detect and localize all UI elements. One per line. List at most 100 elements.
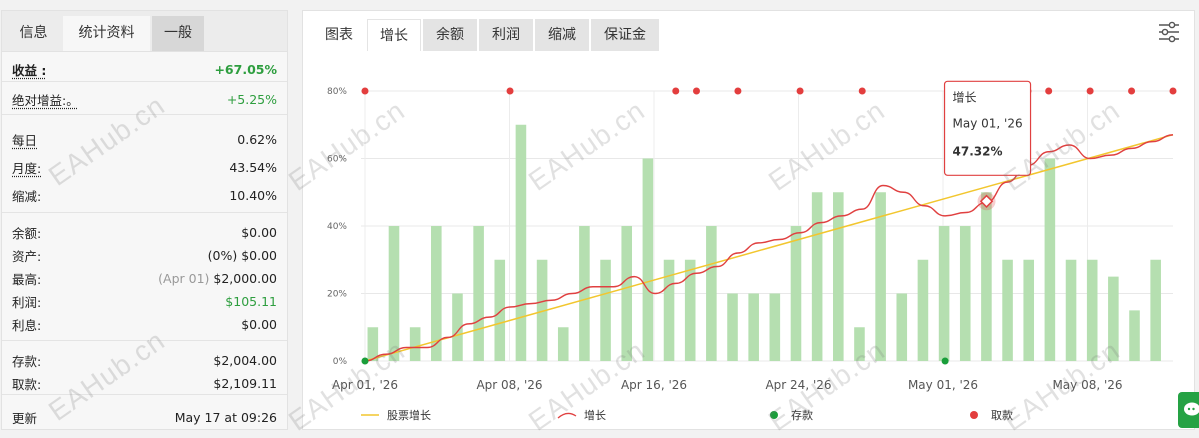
- y-tick-label: 0%: [333, 357, 348, 367]
- growth-bar: [917, 259, 929, 361]
- growth-chart[interactable]: 0% 20% 40% 60% 80% Apr 01, '26 Apr 08, '26 Apr …: [303, 71, 1196, 431]
- stat-row: 余额: $0.00: [12, 222, 277, 242]
- chat-button[interactable]: [1178, 392, 1199, 428]
- growth-bar: [1044, 158, 1056, 361]
- growth-bar: [769, 293, 781, 361]
- stat-label: 缩减:: [12, 188, 42, 204]
- tab-chart[interactable]: 图表: [311, 19, 367, 51]
- growth-bar: [515, 124, 527, 361]
- chart-settings-icon[interactable]: [1158, 21, 1180, 43]
- growth-bar: [473, 226, 484, 361]
- y-tick-label: 20%: [327, 290, 347, 300]
- divider: [2, 81, 287, 82]
- stat-label: 取款:: [12, 376, 42, 392]
- withdrawal-marker: [1086, 87, 1094, 95]
- stat-value: May 17 at 09:26: [175, 410, 277, 425]
- tab-drawdown[interactable]: 缩减: [535, 19, 589, 51]
- stat-label: 月度:: [12, 160, 42, 176]
- growth-bar: [959, 226, 971, 361]
- growth-bar: [1108, 276, 1119, 361]
- growth-bar: [600, 259, 611, 361]
- stat-label: 收益 :: [12, 62, 47, 78]
- tab-growth[interactable]: 增长: [367, 19, 421, 51]
- legend-deposit-swatch: [770, 411, 778, 419]
- deposit-marker: [361, 357, 369, 365]
- chart-panel: 图表 增长 余额 利润 缩减 保证金 0% 20% 40% 60% 80% Apr 01,…: [302, 10, 1195, 430]
- tab-balance[interactable]: 余额: [423, 19, 477, 51]
- x-tick-label: May 01, '26: [908, 378, 978, 392]
- growth-bar: [727, 293, 738, 361]
- growth-bar: [557, 327, 569, 361]
- growth-bar: [1086, 259, 1098, 361]
- tab-profit[interactable]: 利润: [479, 19, 533, 51]
- growth-bar: [621, 226, 633, 361]
- stat-value-text: 10.40%: [229, 187, 277, 203]
- stat-row: 最高: (Apr 01) $2,000.00: [12, 268, 277, 288]
- stat-label: 更新: [12, 410, 38, 426]
- withdrawal-marker: [734, 87, 742, 95]
- stat-value-text: (0%) $0.00: [207, 247, 277, 263]
- legend-withdrawal-swatch: [970, 411, 978, 419]
- growth-bar: [409, 327, 421, 361]
- stat-row: 绝对增益:。 +5.25%: [12, 89, 277, 109]
- tooltip: 增长 May 01, '26 47.32%: [943, 80, 1032, 176]
- x-tick-label: Apr 16, '26: [621, 378, 687, 392]
- stat-value: $0.00: [241, 317, 277, 332]
- stat-value-text: $2,000.00: [213, 270, 277, 286]
- stat-row: 利润: $105.11: [12, 291, 277, 311]
- stat-row: 收益 : +67.05%: [12, 59, 277, 79]
- stat-label: 资产:: [12, 248, 42, 264]
- y-tick-label: 40%: [327, 222, 347, 232]
- stat-value: $0.00: [241, 225, 277, 240]
- withdrawal-marker: [361, 87, 369, 95]
- stat-value-text: $0.00: [241, 316, 277, 332]
- growth-bar: [388, 226, 400, 361]
- tooltip-title: 增长: [953, 90, 977, 104]
- stat-value-text: 0.62%: [237, 131, 277, 147]
- stat-value: 0.62%: [237, 132, 277, 147]
- tab-margin[interactable]: 保证金: [591, 19, 659, 51]
- growth-bar: [790, 226, 802, 361]
- x-tick-label: May 08, '26: [1052, 378, 1122, 392]
- stat-row: 资产: (0%) $0.00: [12, 245, 277, 265]
- growth-bar: [1023, 259, 1035, 361]
- growth-bar: [981, 192, 992, 361]
- tab-info[interactable]: 信息: [6, 16, 61, 51]
- stat-value-text: 43.54%: [229, 159, 277, 175]
- stat-row: 取款: $2,109.11: [12, 373, 277, 393]
- stat-value-text: $105.11: [225, 293, 277, 309]
- stat-value: $105.11: [225, 294, 277, 309]
- chat-icon: [1184, 402, 1199, 416]
- stat-value: 43.54%: [229, 160, 277, 175]
- stat-label: 存款:: [12, 353, 42, 369]
- stat-label: 最高:: [12, 271, 42, 287]
- growth-bar: [938, 226, 950, 361]
- stat-value: $2,004.00: [213, 353, 277, 368]
- y-tick-label: 80%: [327, 87, 347, 97]
- withdrawal-marker: [1128, 87, 1136, 95]
- tab-statistics[interactable]: 统计资料: [63, 16, 150, 51]
- stat-label: 利息:: [12, 317, 42, 333]
- legend-label: 存款: [791, 408, 813, 422]
- growth-bar: [494, 259, 506, 361]
- stat-row: 更新 May 17 at 09:26: [12, 407, 277, 427]
- growth-bar: [854, 327, 865, 361]
- stat-row: 缩减: 10.40%: [12, 185, 277, 205]
- stat-value-text: +5.25%: [226, 91, 277, 107]
- stat-row: 每日 0.62%: [12, 129, 277, 149]
- tooltip-date: May 01, '26: [953, 116, 1023, 130]
- growth-bar: [642, 158, 654, 361]
- stat-value-text: $2,109.11: [213, 375, 277, 391]
- stat-value: (0%) $0.00: [208, 248, 277, 263]
- withdrawal-marker: [506, 87, 514, 95]
- growth-bar: [1002, 259, 1013, 361]
- x-tick-label: Apr 24, '26: [765, 378, 831, 392]
- stat-value: +5.25%: [227, 92, 277, 107]
- withdrawal-marker: [672, 87, 680, 95]
- stats-panel: 信息 统计资料 一般 收益 : +67.05% 绝对增益:。 +5.25% 每日 0.62…: [1, 10, 288, 430]
- divider: [2, 340, 287, 341]
- withdrawal-marker: [796, 87, 804, 95]
- legend-label: 增长: [584, 408, 606, 422]
- tab-general[interactable]: 一般: [152, 16, 204, 51]
- stat-value-date: (Apr 01): [158, 270, 214, 286]
